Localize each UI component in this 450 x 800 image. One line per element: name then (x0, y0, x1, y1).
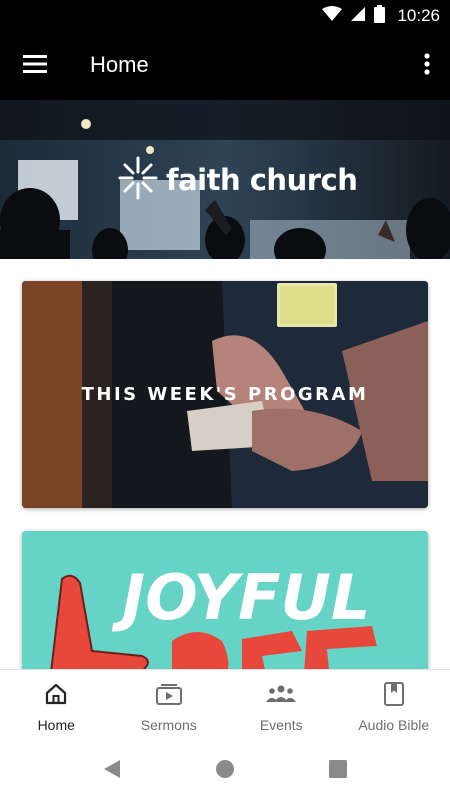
nav-home-label: Home (37, 717, 75, 733)
nav-audio-bible[interactable]: Audio Bible (338, 670, 450, 744)
recents-button[interactable] (326, 759, 350, 783)
home-icon (44, 682, 68, 711)
sermons-icon (155, 682, 182, 711)
church-logo-icon (118, 156, 158, 205)
recents-square-icon (328, 759, 348, 784)
nav-sermons[interactable]: Sermons (113, 670, 226, 744)
nav-sermons-label: Sermons (140, 717, 197, 733)
app-bar: Home (0, 32, 450, 100)
hero-banner[interactable]: faith church (0, 100, 450, 259)
hamburger-menu-icon (23, 54, 47, 78)
status-icons: 10:26 (322, 4, 440, 28)
battery-icon (374, 4, 386, 28)
bottom-navigation: Home Sermons Events Audio Bible (0, 669, 450, 744)
home-system-button[interactable] (213, 759, 237, 783)
nav-audio-bible-label: Audio Bible (358, 717, 430, 733)
back-triangle-icon (102, 759, 122, 784)
status-bar: 10:26 (0, 0, 450, 32)
more-vert-icon (424, 52, 430, 80)
nav-events-label: Events (259, 717, 303, 733)
signal-icon (350, 6, 366, 27)
audio-bible-icon (383, 682, 405, 711)
events-icon (266, 682, 297, 711)
system-navigation-bar (0, 743, 450, 800)
menu-button[interactable] (16, 48, 54, 84)
home-circle-icon (215, 759, 235, 784)
series-title-text: JOYFUL (111, 561, 370, 634)
status-time: 10:26 (397, 6, 440, 25)
program-card-title: THIS WEEK'S PROGRAM (81, 384, 369, 405)
nav-events[interactable]: Events (225, 670, 338, 744)
program-card[interactable]: THIS WEEK'S PROGRAM (22, 281, 428, 508)
page-title: Home (90, 52, 149, 77)
overflow-menu-button[interactable] (418, 50, 436, 82)
brand-name: faith church (166, 163, 358, 197)
brand-logo: faith church (118, 156, 358, 205)
back-button[interactable] (100, 759, 124, 783)
nav-home[interactable]: Home (0, 670, 113, 744)
wifi-icon (322, 5, 343, 27)
